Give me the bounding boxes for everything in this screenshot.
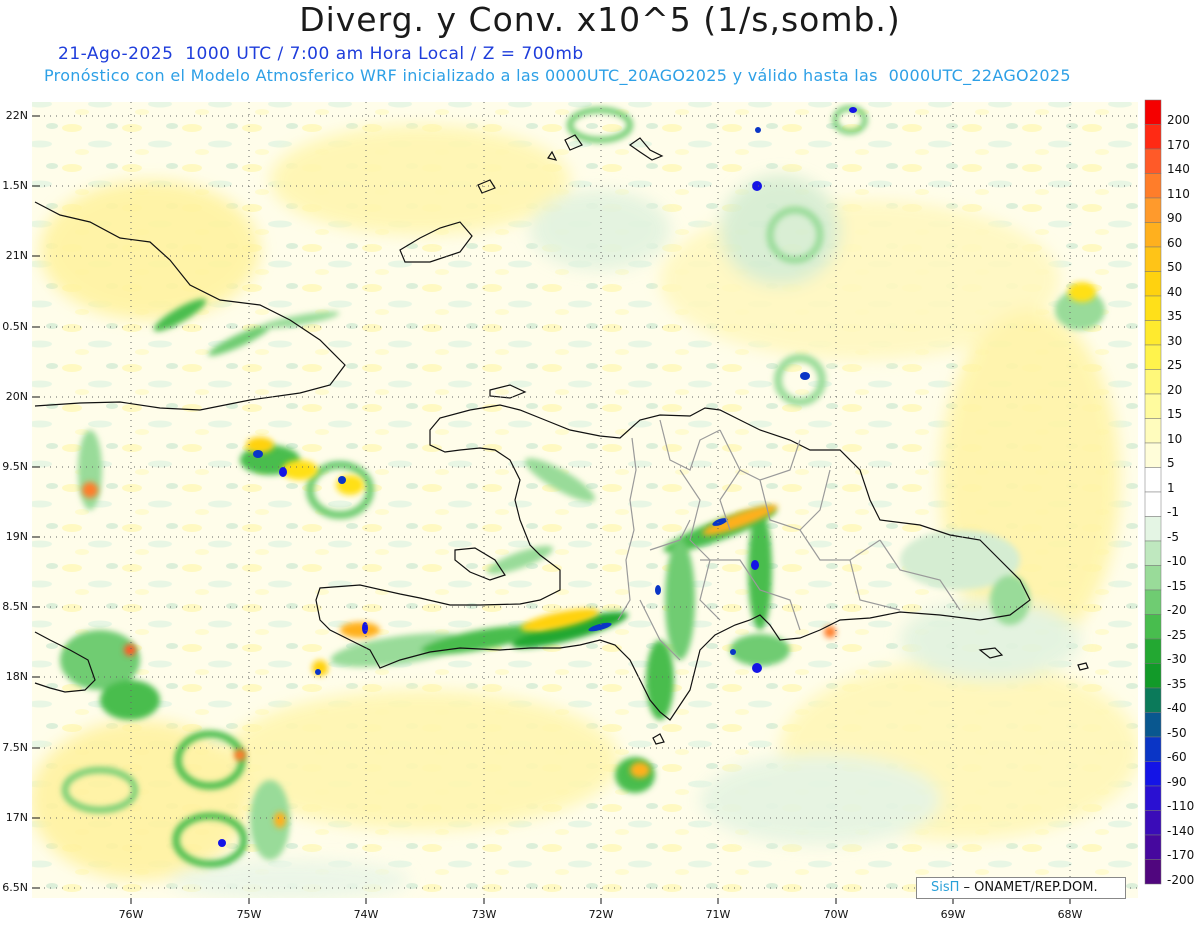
colorbar-label: -110 — [1167, 799, 1195, 813]
colorbar-label: 15 — [1167, 407, 1183, 421]
colorbar-swatch — [1144, 295, 1162, 321]
colorbar-swatch — [1144, 736, 1162, 762]
colorbar-label: 25 — [1167, 358, 1183, 372]
colorbar-label: 1 — [1167, 480, 1175, 495]
lon-label: 75W — [236, 908, 262, 921]
colorbar-swatch — [1144, 418, 1162, 444]
colorbar-swatch — [1144, 712, 1162, 738]
lat-label: 21N — [5, 249, 28, 262]
colorbar-swatch — [1144, 99, 1162, 125]
colorbar-swatch — [1144, 859, 1162, 885]
lat-label: 7.5N — [2, 741, 28, 754]
colorbar-swatch — [1144, 834, 1162, 860]
colorbar-swatch — [1144, 663, 1162, 689]
colorbar-swatch — [1144, 222, 1162, 248]
colorbar-label: -5 — [1167, 529, 1179, 544]
colorbar-label: 170 — [1167, 137, 1190, 152]
colorbar-label: -140 — [1167, 823, 1195, 838]
colorbar-swatch — [1144, 540, 1162, 566]
colorbar-swatch — [1144, 320, 1162, 346]
colorbar-label: 30 — [1167, 333, 1183, 348]
colorbar-swatch — [1144, 810, 1162, 836]
lat-label: 20N — [5, 390, 28, 403]
lon-label: 76W — [118, 908, 144, 921]
colorbar-label: -15 — [1167, 578, 1187, 593]
colorbar-swatch — [1144, 271, 1162, 297]
colorbar-label: 10 — [1167, 431, 1183, 446]
lat-label: 22N — [5, 109, 28, 122]
colorbar-swatch — [1144, 761, 1162, 787]
colorbar-label: -10 — [1167, 554, 1187, 568]
lon-label: 73W — [471, 908, 497, 921]
colorbar-label: 60 — [1167, 235, 1183, 250]
lon-label: 74W — [353, 908, 379, 921]
lat-label: 19N — [5, 530, 28, 543]
colorbar-swatch — [1144, 491, 1162, 517]
colorbar-label: -30 — [1167, 652, 1187, 666]
colorbar-swatch — [1144, 148, 1162, 174]
colorbar-label: -60 — [1167, 750, 1187, 764]
colorbar-swatch — [1144, 173, 1162, 199]
plot-area — [32, 102, 1138, 904]
colorbar-label: -200 — [1167, 872, 1195, 887]
colorbar-label: 20 — [1167, 382, 1183, 397]
colorbar-label: -20 — [1167, 603, 1187, 617]
colorbar-swatch — [1144, 369, 1162, 395]
colorbar-swatch — [1144, 638, 1162, 664]
colorbar-swatch — [1144, 467, 1162, 493]
colorbar-label: -25 — [1167, 627, 1187, 642]
lon-label: 70W — [823, 908, 849, 921]
lon-label: 69W — [940, 908, 966, 921]
colorbar-label: 90 — [1167, 211, 1183, 225]
colorbar-label: -170 — [1167, 848, 1195, 862]
divergence-map — [32, 99, 1162, 904]
divergence-field — [32, 102, 1138, 898]
colorbar-swatch — [1144, 687, 1162, 713]
lat-label: 18N — [5, 670, 28, 683]
colorbar — [1144, 99, 1162, 885]
colorbar-swatch — [1144, 124, 1162, 150]
colorbar-swatch — [1144, 516, 1162, 542]
lon-label: 71W — [705, 908, 731, 921]
lat-label: 17N — [5, 811, 28, 824]
colorbar-label: 110 — [1167, 186, 1190, 201]
colorbar-label: -50 — [1167, 725, 1187, 740]
colorbar-label: 140 — [1167, 162, 1190, 176]
lat-label: 6.5N — [2, 881, 28, 894]
colorbar-swatch — [1144, 246, 1162, 272]
lat-label: 9.5N — [2, 460, 28, 473]
credit-box: SisΠ – ONAMET/REP.DOM. — [916, 877, 1126, 899]
lat-label: 1.5N — [2, 179, 28, 192]
lon-label: 72W — [588, 908, 614, 921]
colorbar-swatch — [1144, 344, 1162, 370]
colorbar-label: -1 — [1167, 505, 1179, 519]
colorbar-swatch — [1144, 785, 1162, 811]
colorbar-label: -90 — [1167, 774, 1187, 789]
colorbar-label: -35 — [1167, 676, 1187, 691]
lat-label: 0.5N — [2, 320, 28, 333]
colorbar-label: 5 — [1167, 456, 1175, 470]
colorbar-swatch — [1144, 589, 1162, 615]
colorbar-label: -40 — [1167, 701, 1187, 715]
sispi-logo: SisΠ — [931, 880, 960, 895]
colorbar-swatch — [1144, 442, 1162, 468]
credit-text: – ONAMET/REP.DOM. — [959, 880, 1098, 895]
colorbar-label: 50 — [1167, 260, 1183, 274]
colorbar-swatch — [1144, 197, 1162, 223]
colorbar-label: 40 — [1167, 284, 1183, 299]
colorbar-swatch — [1144, 614, 1162, 640]
lon-label: 68W — [1057, 908, 1083, 921]
colorbar-swatch — [1144, 565, 1162, 591]
colorbar-label: 200 — [1167, 113, 1190, 127]
colorbar-label: 35 — [1167, 309, 1183, 323]
colorbar-swatch — [1144, 393, 1162, 419]
lat-label: 8.5N — [2, 600, 28, 613]
